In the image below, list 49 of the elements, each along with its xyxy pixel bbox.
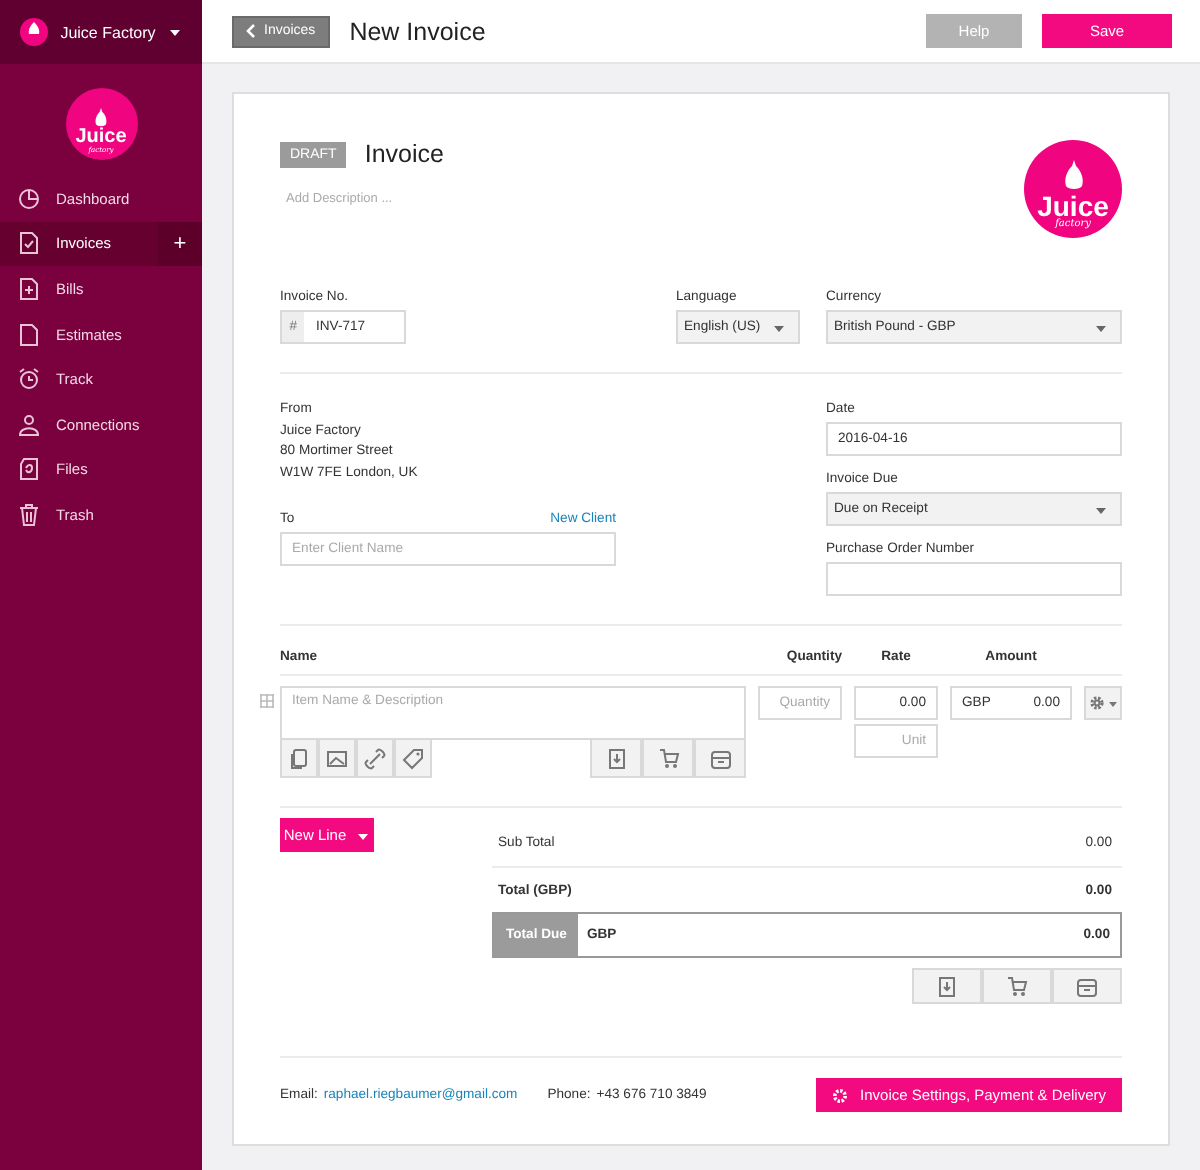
- image-icon: [326, 747, 348, 769]
- tool-button[interactable]: [356, 740, 394, 778]
- tool-button[interactable]: [912, 968, 982, 1004]
- box-icon: [936, 975, 958, 997]
- caret-icon: [356, 829, 371, 841]
- tool-button[interactable]: [280, 740, 318, 778]
- account-name[interactable]: Juice Factory: [60, 23, 156, 41]
- page-title: New Invoice: [349, 17, 486, 45]
- cart-icon: [1006, 975, 1028, 997]
- caret-icon: [1108, 699, 1118, 707]
- trash-icon: [18, 503, 40, 526]
- logo-text: Juice: [75, 127, 127, 147]
- logo-text: Juice: [1037, 192, 1109, 220]
- chevron-left-icon: [246, 24, 256, 38]
- link-icon: [364, 747, 386, 769]
- pages-icon: [288, 747, 310, 769]
- pear-icon: [92, 107, 110, 127]
- tool-button[interactable]: [642, 740, 694, 778]
- alarm-clock-icon: [18, 368, 40, 391]
- tray-icon: [1076, 975, 1098, 997]
- add-button[interactable]: +: [158, 221, 202, 267]
- cart-icon: [657, 747, 679, 769]
- caret-icon[interactable]: [167, 26, 182, 38]
- document-plus-icon: [18, 277, 40, 300]
- drag-handle-icon[interactable]: [260, 694, 274, 708]
- pear-icon: [1059, 160, 1087, 192]
- caret-icon: [1094, 321, 1108, 333]
- gear-icon: [832, 1087, 849, 1103]
- tool-button[interactable]: [694, 740, 746, 778]
- caret-icon: [1094, 503, 1108, 515]
- tool-button[interactable]: [318, 740, 356, 778]
- settings-button[interactable]: [1084, 686, 1122, 720]
- person-icon: [18, 413, 40, 436]
- caret-icon: [772, 321, 786, 333]
- tool-button[interactable]: [394, 740, 432, 778]
- tray-icon: [709, 747, 731, 769]
- pie-chart-icon: [18, 187, 40, 210]
- document-check-icon: [18, 232, 40, 255]
- gear-icon: [1088, 694, 1106, 712]
- document-icon: [18, 323, 40, 346]
- tool-button[interactable]: [1052, 968, 1122, 1004]
- file-icon: [18, 458, 40, 481]
- invoice-title: Invoice: [364, 140, 444, 168]
- tag-icon: [402, 747, 424, 769]
- box-icon: [605, 747, 627, 769]
- logo-icon: [20, 18, 49, 46]
- tool-button[interactable]: [982, 968, 1052, 1004]
- purchase-order-field[interactable]: [826, 562, 1122, 596]
- tool-button[interactable]: [590, 740, 642, 778]
